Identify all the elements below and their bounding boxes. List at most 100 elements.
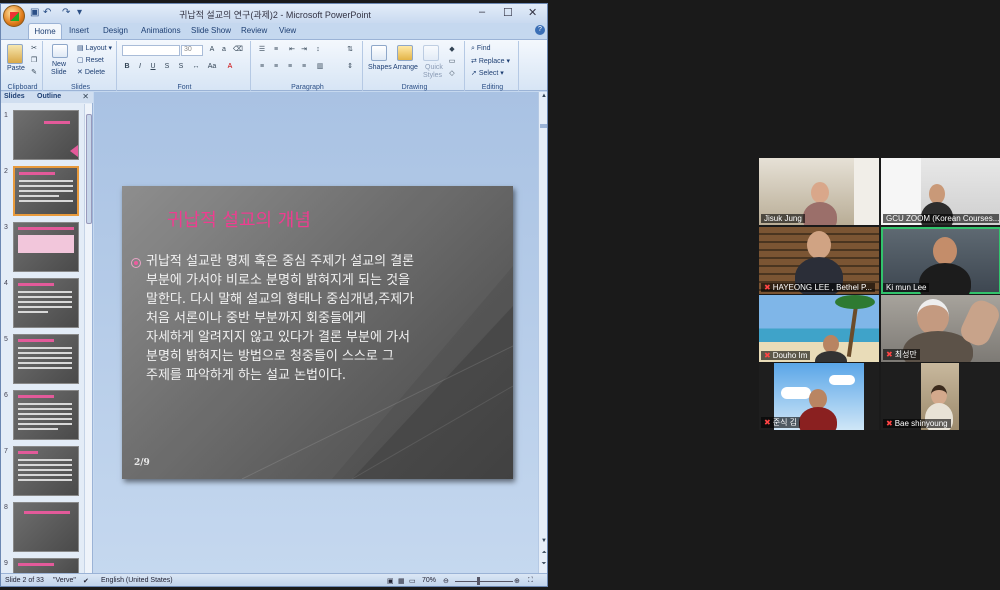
tab-slides[interactable]: Slides: [4, 93, 25, 100]
slide-thumbnail-9[interactable]: [13, 558, 79, 574]
tab-slide-show[interactable]: Slide Show: [191, 26, 231, 35]
shapes-button[interactable]: Shapes: [368, 64, 392, 71]
shapes-icon[interactable]: [371, 45, 387, 61]
video-tile-douho-im[interactable]: ✖ Douho Im: [759, 295, 879, 362]
zoom-in-icon[interactable]: ⊕: [514, 577, 520, 585]
quick-styles-label-1[interactable]: Quick: [425, 64, 443, 71]
scroll-down-icon[interactable]: ▼: [540, 538, 547, 546]
tab-insert[interactable]: Insert: [69, 26, 89, 35]
text-direction-icon[interactable]: ⇅: [345, 45, 355, 55]
new-slide-icon[interactable]: [52, 44, 68, 58]
close-pane-icon[interactable]: ✕: [82, 92, 89, 101]
select-button[interactable]: ➚ Select ▾: [471, 69, 504, 77]
slide-body[interactable]: 귀납적 설교란 명제 혹은 중심 주제가 설교의 결론 부분에 가서야 비로소 …: [146, 252, 508, 385]
tab-home[interactable]: Home: [28, 23, 62, 39]
cut-icon[interactable]: ✂: [29, 44, 39, 54]
bullets-icon[interactable]: ☰: [257, 45, 267, 55]
video-tile-jisuk-jung[interactable]: Jisuk Jung: [759, 158, 879, 225]
minimize-icon[interactable]: –: [479, 6, 485, 18]
arrange-icon[interactable]: [397, 45, 413, 61]
current-slide[interactable]: 귀납적 설교의 개념 귀납적 설교란 명제 혹은 중심 주제가 설교의 결론 부…: [122, 186, 513, 479]
layout-button[interactable]: ▤ Layout ▾: [77, 44, 112, 52]
shape-effects-icon[interactable]: ◇: [447, 69, 457, 79]
zoom-slider-thumb[interactable]: [477, 577, 480, 585]
char-spacing-icon[interactable]: ↔: [191, 62, 201, 72]
slide-show-icon[interactable]: ▭: [409, 577, 416, 585]
align-right-icon[interactable]: ≡: [285, 62, 295, 72]
zoom-slider[interactable]: [455, 581, 513, 582]
help-icon[interactable]: ?: [535, 25, 545, 35]
scroll-thumb[interactable]: [540, 124, 547, 128]
video-tile-gcu-zoom[interactable]: GCU ZOOM (Korean Courses...: [881, 158, 1000, 225]
justify-icon[interactable]: ≡: [299, 62, 309, 72]
video-tile-choi[interactable]: ✖ 최성만: [881, 295, 1000, 362]
previous-slide-icon[interactable]: ⏶: [540, 550, 547, 558]
paste-icon[interactable]: [7, 44, 23, 64]
slide-title[interactable]: 귀납적 설교의 개념: [167, 206, 311, 232]
shrink-font-icon[interactable]: a: [219, 45, 229, 55]
slide-thumbnail-8[interactable]: [13, 502, 79, 552]
next-slide-icon[interactable]: ⏷: [540, 561, 547, 569]
align-left-icon[interactable]: ≡: [257, 62, 267, 72]
align-text-icon[interactable]: ⇕: [345, 62, 355, 72]
font-size-combo[interactable]: 30: [181, 45, 203, 56]
arrange-button[interactable]: Arrange: [393, 64, 418, 71]
fit-to-window-icon[interactable]: ⛶: [528, 577, 533, 585]
slide-thumbnail-1[interactable]: [13, 110, 79, 160]
shape-outline-icon[interactable]: ▭: [447, 57, 457, 67]
slide-sorter-icon[interactable]: ▦: [398, 577, 405, 585]
slide-thumbnail-6[interactable]: [13, 390, 79, 440]
close-icon[interactable]: ✕: [528, 6, 537, 19]
copy-icon[interactable]: ❐: [29, 56, 39, 66]
zoom-level[interactable]: 70%: [422, 577, 436, 584]
grow-font-icon[interactable]: A: [207, 45, 217, 55]
numbering-icon[interactable]: ≡: [271, 45, 281, 55]
slide-thumbnail-4[interactable]: [13, 278, 79, 328]
video-tile-ki-mun-lee[interactable]: Ki mun Lee: [881, 227, 1000, 294]
slide-thumbnail-2[interactable]: [13, 166, 79, 216]
video-tile-junsik-kim[interactable]: ✖ 준식 김: [759, 363, 879, 430]
columns-icon[interactable]: ▥: [315, 62, 325, 72]
slides-pane-scrollbar[interactable]: [84, 104, 92, 574]
tab-review[interactable]: Review: [241, 26, 267, 35]
format-painter-icon[interactable]: ✎: [29, 68, 39, 78]
strikethrough-icon[interactable]: S: [162, 62, 172, 72]
decrease-indent-icon[interactable]: ⇤: [287, 45, 297, 55]
zoom-out-icon[interactable]: ⊖: [443, 577, 449, 585]
tab-view[interactable]: View: [279, 26, 296, 35]
scroll-thumb[interactable]: [86, 114, 92, 224]
spell-check-icon[interactable]: ✔: [83, 577, 89, 585]
new-slide-label-1[interactable]: New: [52, 61, 66, 68]
tab-design[interactable]: Design: [103, 26, 128, 35]
quick-styles-icon[interactable]: [423, 45, 439, 61]
bold-icon[interactable]: B: [122, 62, 132, 72]
slide-thumbnail-3[interactable]: [13, 222, 79, 272]
underline-icon[interactable]: U: [148, 62, 158, 72]
replace-button[interactable]: ⇄ Replace ▾: [471, 57, 510, 65]
slide-thumbnail-5[interactable]: [13, 334, 79, 384]
font-color-icon[interactable]: A: [225, 62, 235, 72]
line-spacing-icon[interactable]: ↕: [313, 45, 323, 55]
quick-styles-label-2[interactable]: Styles: [423, 72, 442, 79]
scroll-up-icon[interactable]: ▲: [540, 93, 547, 101]
italic-icon[interactable]: I: [135, 62, 145, 72]
maximize-icon[interactable]: ☐: [503, 6, 513, 19]
slide-thumbnail-7[interactable]: [13, 446, 79, 496]
font-name-combo[interactable]: [122, 45, 180, 56]
shape-fill-icon[interactable]: ◆: [447, 45, 457, 55]
delete-button[interactable]: ✕ Delete: [77, 68, 105, 76]
new-slide-label-2[interactable]: Slide: [51, 69, 67, 76]
clear-format-icon[interactable]: ⌫: [233, 45, 243, 55]
align-center-icon[interactable]: ≡: [271, 62, 281, 72]
reset-button[interactable]: ▢ Reset: [77, 56, 104, 64]
video-tile-hayeong-lee[interactable]: ✖ HAYEONG LEE , Bethel P...: [759, 227, 879, 294]
change-case-icon[interactable]: Aa: [207, 62, 217, 72]
video-tile-bae-shinyoung[interactable]: ✖ Bae shinyoung: [881, 363, 1000, 430]
tab-outline[interactable]: Outline: [37, 93, 61, 100]
find-button[interactable]: ⌕ Find: [471, 45, 491, 53]
increase-indent-icon[interactable]: ⇥: [299, 45, 309, 55]
paste-button[interactable]: Paste: [7, 65, 25, 72]
edit-vertical-scrollbar[interactable]: ▲ ▼ ⏶ ⏷: [538, 92, 547, 574]
normal-view-icon[interactable]: ▣: [387, 577, 394, 585]
tab-animations[interactable]: Animations: [141, 26, 181, 35]
